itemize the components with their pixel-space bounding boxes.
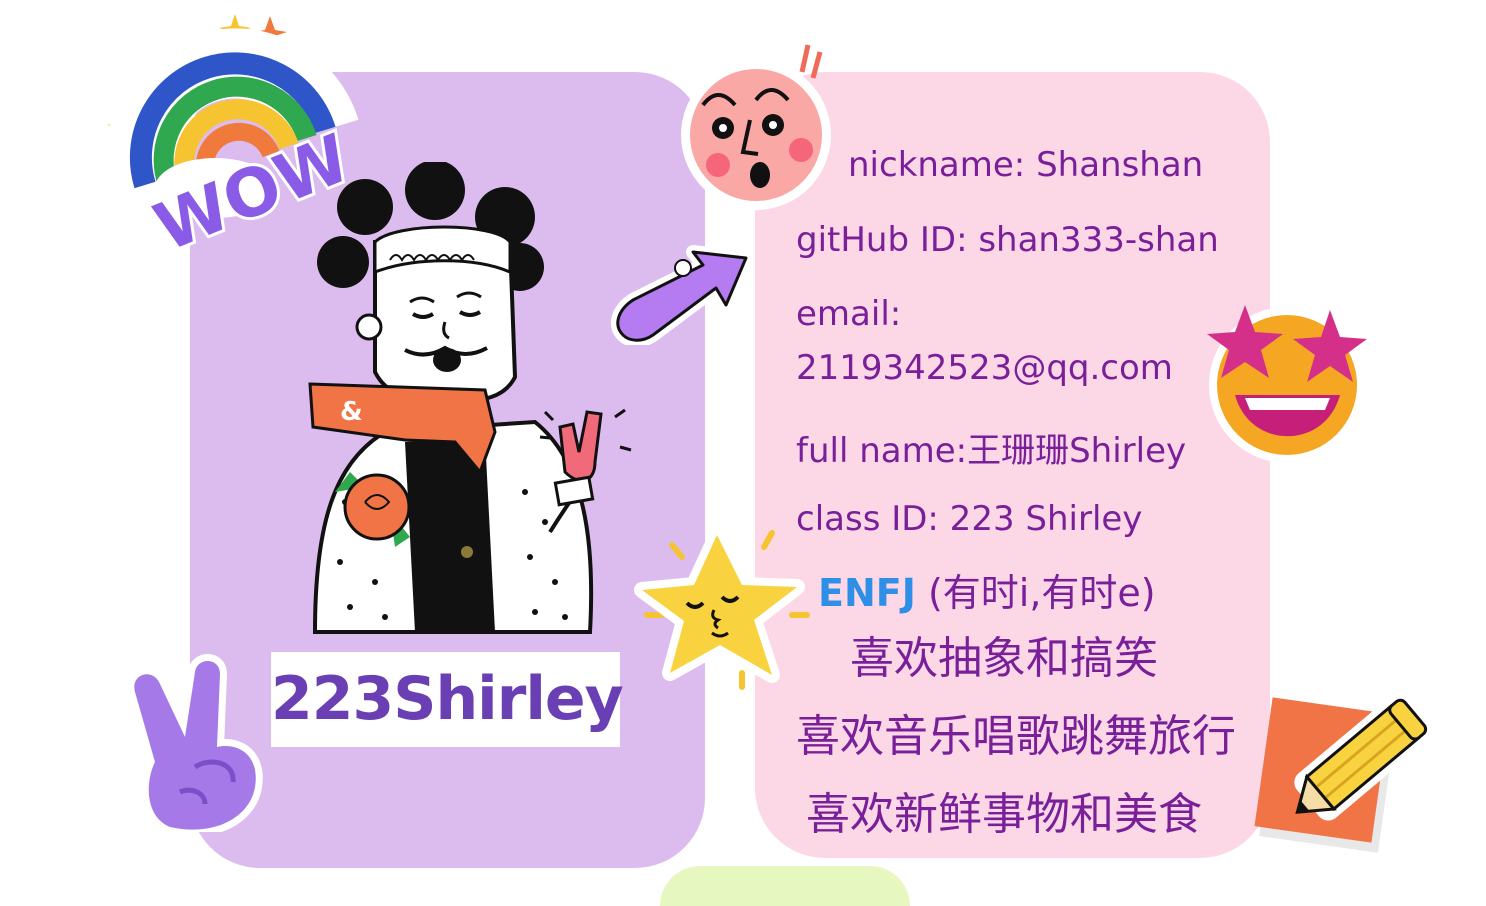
avatar-illustration: & — [308, 162, 632, 634]
arrow-sticker — [610, 245, 753, 345]
full-name-line: full name:王珊珊Shirley — [796, 431, 1187, 471]
surprised-face-sticker — [681, 44, 831, 210]
display-name: 223Shirley — [271, 652, 624, 747]
mbti-type: ENFJ — [818, 571, 916, 615]
smiling-star-sticker — [634, 527, 810, 690]
pencil-note-sticker — [1254, 697, 1428, 853]
nickname-line: nickname: Shanshan — [848, 145, 1204, 185]
email-value[interactable]: 2119342523@qq.com — [796, 348, 1173, 388]
peace-hand-sticker — [127, 654, 263, 832]
class-id-line: class ID: 223 Shirley — [796, 499, 1143, 539]
email-label: email: — [796, 294, 902, 334]
personality-line: ENFJ (有时i,有时e) — [818, 562, 1156, 617]
mbti-note: (有时i,有时e) — [915, 571, 1156, 615]
like-item: 喜欢抽象和搞笑 — [850, 633, 1158, 684]
star-eyes-emoji — [1207, 305, 1367, 463]
scarf-symbol: & — [340, 397, 363, 427]
bottom-decoration — [660, 866, 910, 906]
like-item: 喜欢音乐唱歌跳舞旅行 — [796, 711, 1236, 762]
like-item: 喜欢新鲜事物和美食 — [806, 789, 1202, 840]
github-id-line: gitHub ID: shan333-shan — [796, 220, 1219, 260]
